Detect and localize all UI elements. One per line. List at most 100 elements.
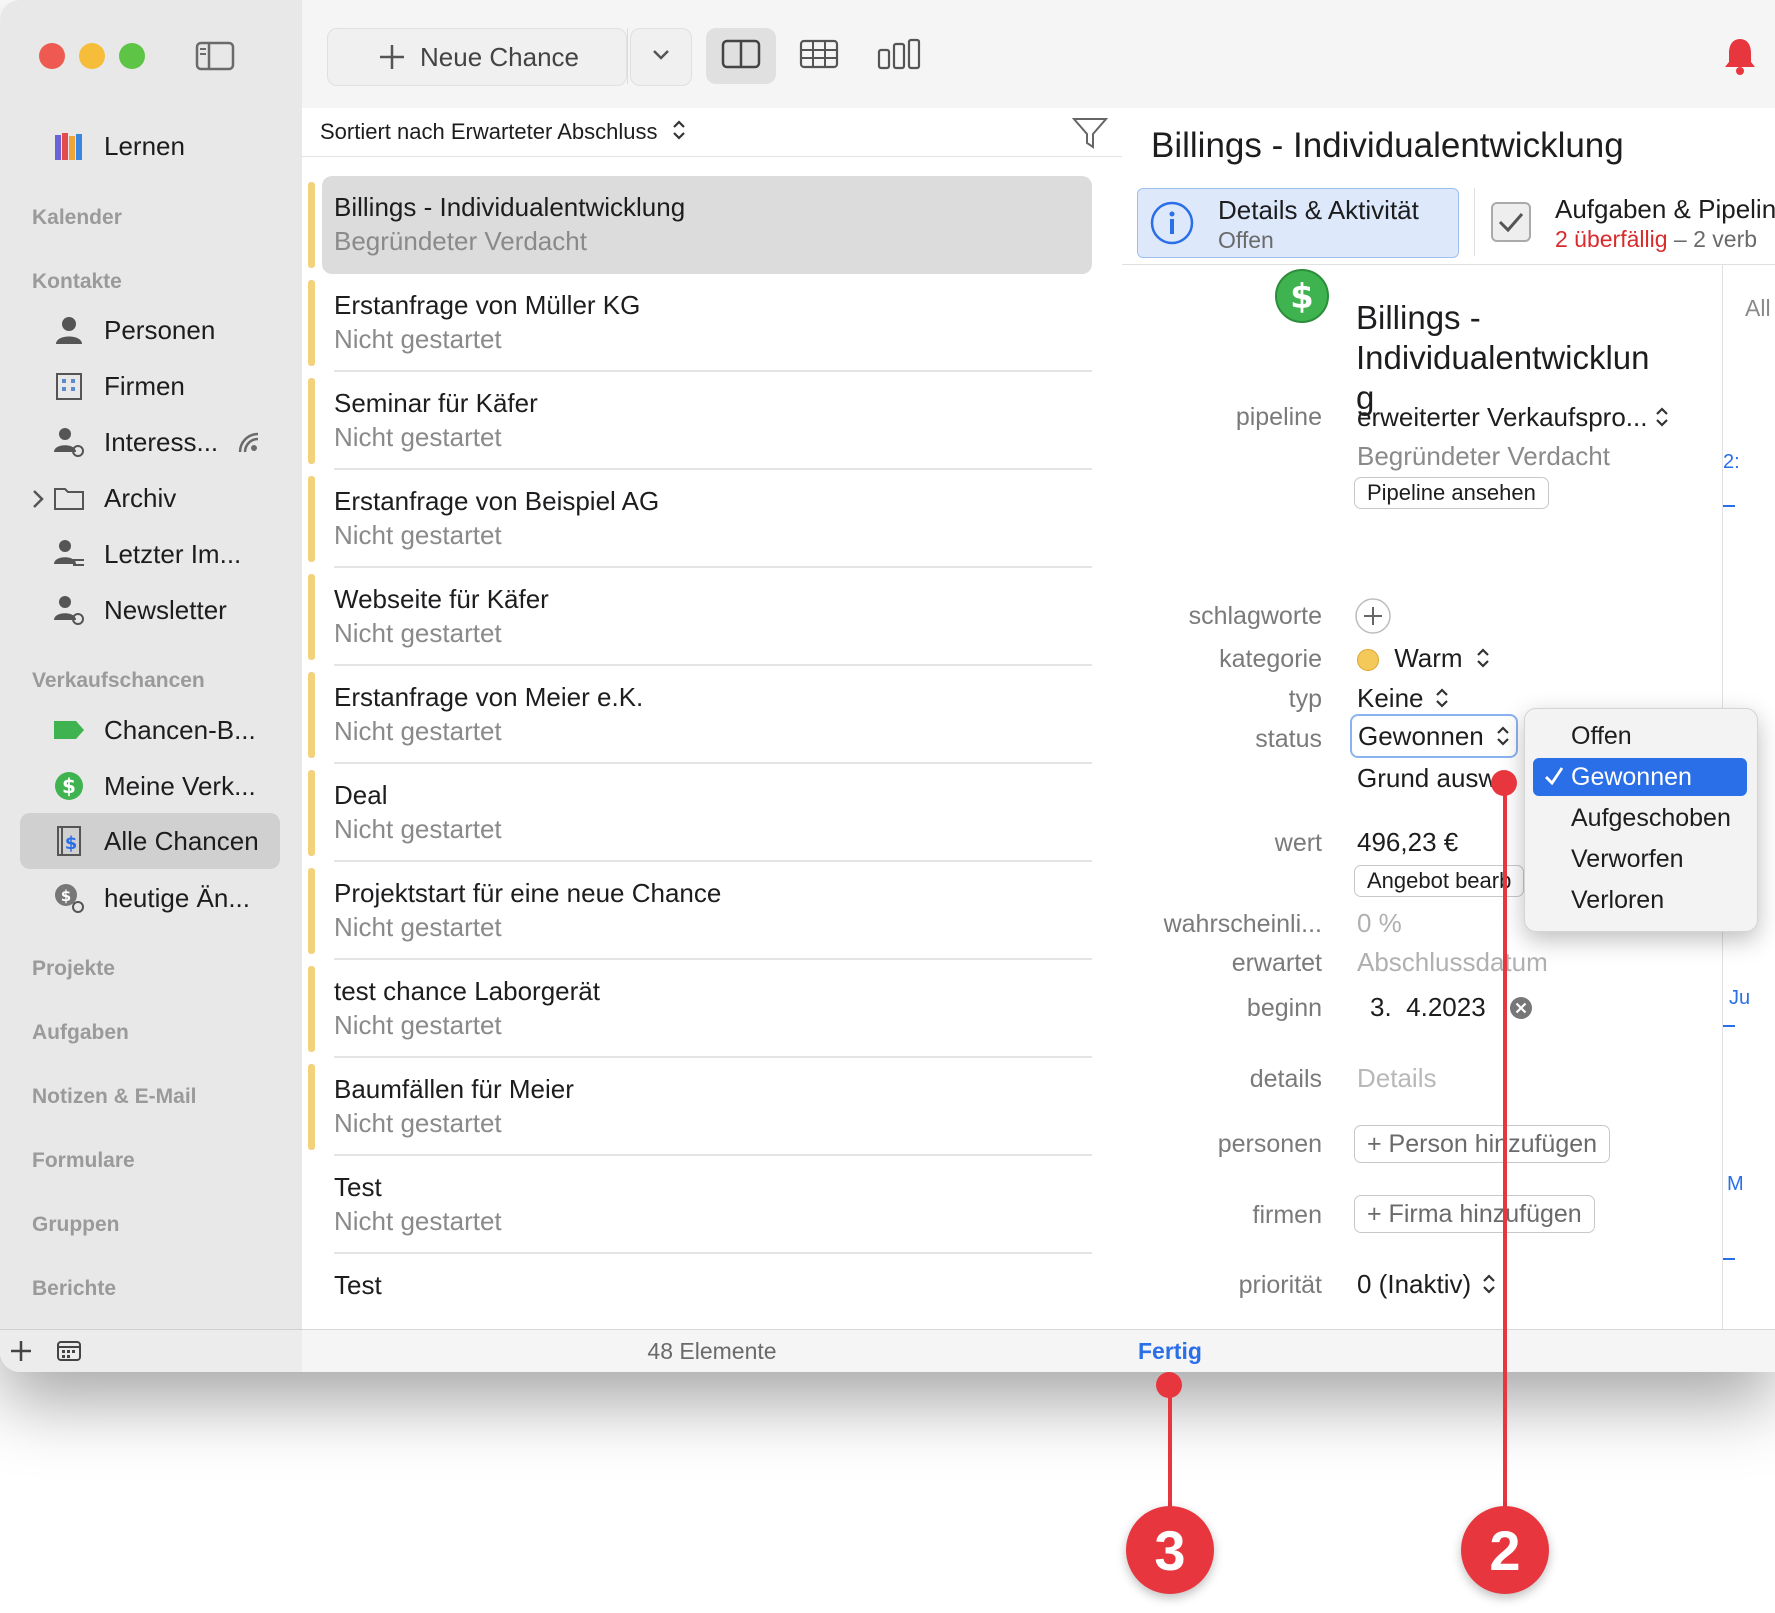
status-option-postponed[interactable]: Aufgeschoben: [1533, 799, 1747, 837]
close-window-button[interactable]: [39, 43, 65, 69]
list-item[interactable]: Projektstart für eine neue Chance Nicht …: [302, 862, 1122, 960]
sidebar-section-groups[interactable]: Gruppen: [32, 1213, 120, 1237]
list-item[interactable]: Deal Nicht gestartet: [302, 764, 1122, 862]
row-selection-highlight: [322, 176, 1092, 274]
sidebar-item-archive[interactable]: Archiv: [52, 473, 176, 523]
list-item[interactable]: Baumfällen für Meier Nicht gestartet: [302, 1058, 1122, 1156]
calendar-grid-icon[interactable]: [56, 1339, 82, 1363]
done-button[interactable]: Fertig: [1138, 1338, 1202, 1365]
sidebar-section-projects[interactable]: Projekte: [32, 957, 115, 981]
list-item[interactable]: Billings - Individualentwicklung Begründ…: [302, 176, 1122, 274]
list-item[interactable]: Seminar für Käfer Nicht gestartet: [302, 372, 1122, 470]
list-item[interactable]: test chance Laborgerät Nicht gestartet: [302, 960, 1122, 1058]
reason-select[interactable]: Grund ausw: [1357, 763, 1497, 794]
list-item[interactable]: Test: [302, 1254, 1122, 1329]
filter-icon[interactable]: [1071, 116, 1109, 155]
value-field[interactable]: 496,23 €: [1357, 827, 1458, 858]
sidebar-toggle-icon[interactable]: [195, 40, 235, 72]
list-item[interactable]: Webseite für Käfer Nicht gestartet: [302, 568, 1122, 666]
sidebar-item-my-opportunities[interactable]: $ Meine Verk...: [52, 761, 256, 811]
sidebar-section-reports[interactable]: Berichte: [32, 1277, 116, 1301]
tab-tasks-pipeline[interactable]: Aufgaben & Pipelin 2 überfällig – 2 verb: [1474, 188, 1775, 256]
row-status: Nicht gestartet: [334, 912, 502, 942]
up-down-chevron-icon[interactable]: [671, 119, 687, 146]
add-tag-button[interactable]: [1354, 597, 1392, 635]
row-title: Erstanfrage von Müller KG: [334, 290, 641, 320]
sidebar-section-contacts[interactable]: Kontakte: [32, 270, 122, 294]
sort-selector[interactable]: Sortiert nach Erwarteter Abschluss: [320, 119, 657, 145]
sidebar-item-newsletter[interactable]: Newsletter: [52, 585, 227, 635]
label-persons: personen: [1217, 1130, 1322, 1158]
sidebar-section-opportunities[interactable]: Verkaufschancen: [32, 669, 205, 693]
probability-field[interactable]: 0 %: [1357, 908, 1402, 939]
row-status: Nicht gestartet: [334, 324, 502, 354]
list-item[interactable]: Test Nicht gestartet: [302, 1156, 1122, 1254]
sidebar-section-calendar[interactable]: Kalender: [32, 206, 122, 230]
status-color-bar: [308, 476, 315, 562]
list-item[interactable]: Erstanfrage von Meier e.K. Nicht gestart…: [302, 666, 1122, 764]
timeline-filter-label[interactable]: All: [1745, 295, 1771, 322]
list-item[interactable]: Erstanfrage von Müller KG Nicht gestarte…: [302, 274, 1122, 372]
row-title: Projektstart für eine neue Chance: [334, 878, 722, 908]
board-view-button[interactable]: [864, 28, 934, 84]
details-field[interactable]: Details: [1357, 1063, 1436, 1094]
sidebar-item-label: Newsletter: [104, 594, 227, 625]
priority-select[interactable]: 0 (Inaktiv): [1357, 1269, 1496, 1302]
toolbar-divider: [627, 28, 628, 84]
edit-offer-button[interactable]: Angebot bearb: [1354, 865, 1525, 897]
zoom-window-button[interactable]: [119, 43, 145, 69]
priority-value: 0 (Inaktiv): [1357, 1269, 1472, 1299]
add-person-button[interactable]: + Person hinzufügen: [1354, 1125, 1611, 1163]
sidebar-section-notes[interactable]: Notizen & E-Mail: [32, 1085, 197, 1109]
status-option-discarded[interactable]: Verworfen: [1533, 840, 1747, 878]
svg-text:$: $: [62, 774, 76, 798]
callout-line-2: [1503, 782, 1507, 1510]
chevron-right-icon[interactable]: [28, 487, 48, 511]
sidebar-item-last-import[interactable]: Letzter Im...: [52, 529, 241, 579]
status-option-open[interactable]: Offen: [1533, 717, 1747, 755]
sidebar-item-label: Letzter Im...: [104, 538, 242, 569]
status-color-bar: [308, 966, 315, 1052]
sidebar-footer: [0, 1329, 302, 1372]
category-value: Warm: [1394, 643, 1463, 673]
up-down-chevron-icon: [1435, 685, 1449, 716]
status-select[interactable]: Gewonnen: [1350, 714, 1518, 758]
category-select[interactable]: Warm: [1357, 643, 1490, 676]
view-pipeline-button[interactable]: Pipeline ansehen: [1354, 477, 1549, 509]
table-view-button[interactable]: [784, 28, 854, 84]
sidebar-item-opportunity-board[interactable]: Chancen-B...: [52, 705, 256, 755]
pipeline-select[interactable]: erweiterter Verkaufspro...: [1357, 402, 1669, 435]
new-opportunity-dropdown[interactable]: [630, 28, 692, 86]
opportunity-dollar-icon: $: [1274, 268, 1330, 324]
type-select[interactable]: Keine: [1357, 683, 1449, 716]
tab-details-activity[interactable]: Details & Aktivität Offen: [1137, 188, 1459, 258]
minimize-window-button[interactable]: [79, 43, 105, 69]
expected-date-field[interactable]: Abschlussdatum: [1357, 947, 1548, 978]
add-company-button[interactable]: + Firma hinzufügen: [1354, 1195, 1595, 1233]
sidebar-item-todays-changes[interactable]: $ heutige Än...: [52, 873, 250, 923]
add-icon[interactable]: [8, 1338, 34, 1364]
label-start: beginn: [1246, 994, 1322, 1022]
status-option-lost[interactable]: Verloren: [1533, 881, 1747, 919]
sidebar-item-interested[interactable]: Interess...: [52, 417, 218, 467]
sidebar-section-tasks[interactable]: Aufgaben: [32, 1021, 129, 1045]
list-item[interactable]: Erstanfrage von Beispiel AG Nicht gestar…: [302, 470, 1122, 568]
detail-header-title: Billings - Individualentwicklung: [1151, 126, 1624, 165]
row-title: Baumfällen für Meier: [334, 1074, 574, 1104]
split-view-button[interactable]: [706, 28, 776, 84]
sidebar-section-forms[interactable]: Formulare: [32, 1149, 135, 1173]
person-icon: [52, 313, 86, 347]
start-date-field[interactable]: 3. 4.2023: [1370, 992, 1486, 1023]
status-option-label: Gewonnen: [1571, 762, 1692, 791]
clear-date-icon[interactable]: [1509, 996, 1533, 1020]
svg-text:$: $: [65, 833, 78, 854]
sidebar-item-companies[interactable]: Firmen: [52, 361, 185, 411]
sidebar-item-persons[interactable]: Personen: [52, 305, 215, 355]
new-opportunity-button[interactable]: Neue Chance: [327, 28, 627, 86]
bell-icon[interactable]: [1722, 36, 1758, 76]
sidebar-item-all-opportunities[interactable]: $ Alle Chancen: [52, 816, 259, 866]
status-option-won[interactable]: Gewonnen: [1533, 758, 1747, 796]
sidebar-item-learn[interactable]: Lernen: [52, 121, 185, 171]
row-title: Webseite für Käfer: [334, 584, 549, 614]
status-dropdown-menu: Offen Gewonnen Aufgeschoben Verworfen Ve…: [1524, 708, 1758, 932]
